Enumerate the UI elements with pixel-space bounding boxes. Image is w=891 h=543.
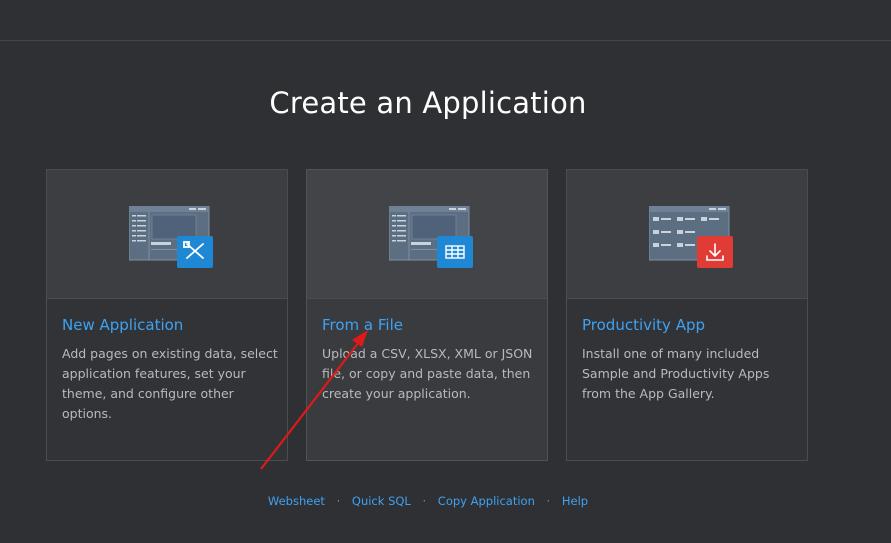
from-a-file-card[interactable]: From a File Upload a CSV, XLSX, XML or J… xyxy=(306,169,548,461)
card-title[interactable]: Productivity App xyxy=(582,316,705,334)
card-title[interactable]: New Application xyxy=(62,316,183,334)
card-title[interactable]: From a File xyxy=(322,316,403,334)
new-application-card[interactable]: New Application Add pages on existing da… xyxy=(46,169,288,461)
app-gallery-window-icon xyxy=(649,206,733,268)
application-window-icon xyxy=(129,206,213,268)
application-window-icon xyxy=(389,206,473,268)
badge-background xyxy=(437,236,473,268)
card-description: Add pages on existing data, select appli… xyxy=(62,346,278,421)
card-description: Install one of many included Sample and … xyxy=(582,346,770,401)
quick-sql-link[interactable]: Quick SQL xyxy=(352,494,411,508)
card-description: Upload a CSV, XLSX, XML or JSON file, or… xyxy=(322,346,533,401)
websheet-link[interactable]: Websheet xyxy=(268,494,325,508)
footer-separator: · xyxy=(422,494,427,508)
card-illustration-area xyxy=(567,170,807,299)
page-title: Create an Application xyxy=(269,86,587,120)
productivity-app-card[interactable]: Productivity App Install one of many inc… xyxy=(566,169,808,461)
footer-separator: · xyxy=(546,494,551,508)
top-bar xyxy=(0,0,891,41)
card-illustration-area xyxy=(307,170,547,299)
footer-links: Websheet · Quick SQL · Copy Application … xyxy=(0,494,856,508)
card-illustration-area xyxy=(47,170,287,299)
footer-separator: · xyxy=(336,494,341,508)
copy-application-link[interactable]: Copy Application xyxy=(438,494,535,508)
help-link[interactable]: Help xyxy=(562,494,588,508)
